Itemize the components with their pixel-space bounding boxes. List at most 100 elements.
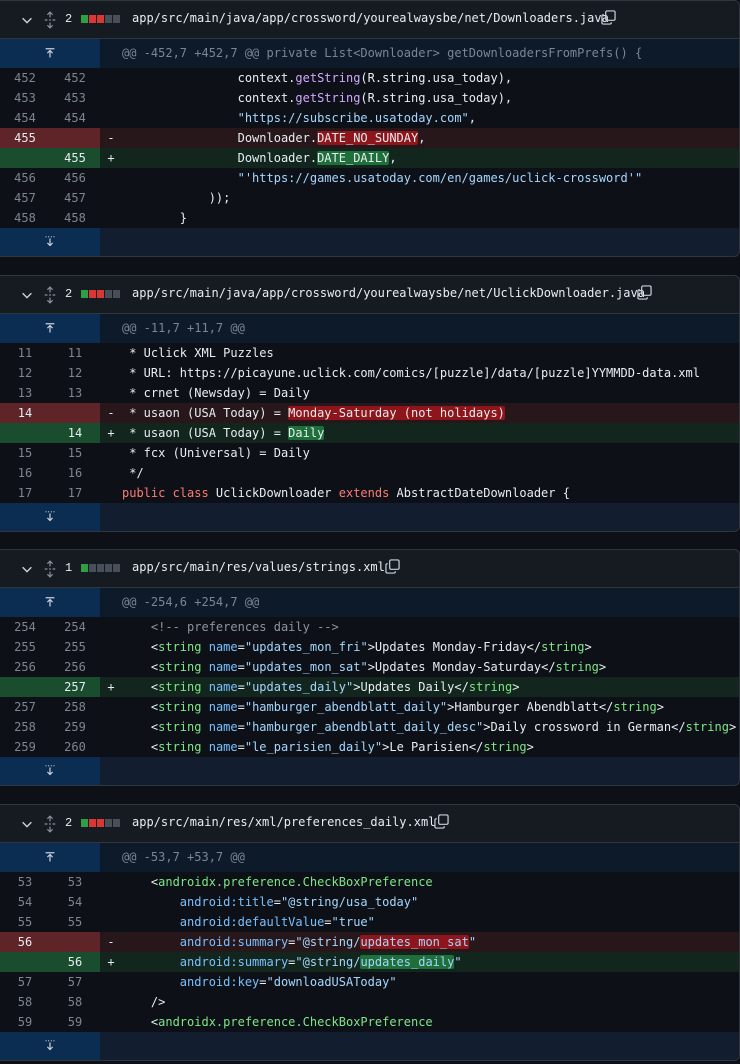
expand-up-icon[interactable]	[0, 314, 100, 343]
new-line-number[interactable]: 57	[50, 972, 100, 992]
new-line-number[interactable]: 453	[50, 88, 100, 108]
new-line-number[interactable]: 59	[50, 1012, 100, 1032]
old-line-number[interactable]: 57	[0, 972, 50, 992]
changed-text: DATE_DAILY	[317, 151, 390, 165]
new-line-number[interactable]: 54	[50, 892, 100, 912]
new-line-number[interactable]: 257	[50, 677, 100, 697]
old-line-number[interactable]: 254	[0, 617, 50, 637]
file-path[interactable]: app/src/main/res/values/strings.xml	[132, 560, 385, 574]
new-line-number[interactable]: 12	[50, 363, 100, 383]
old-line-number[interactable]: 56	[0, 932, 50, 952]
old-line-number[interactable]	[0, 423, 50, 443]
new-line-number[interactable]: 16	[50, 463, 100, 483]
new-line-number[interactable]: 255	[50, 637, 100, 657]
new-line-number[interactable]: 454	[50, 108, 100, 128]
expand-all-icon[interactable]	[43, 11, 57, 29]
expand-all-icon[interactable]	[43, 815, 57, 833]
new-line-number[interactable]	[50, 128, 100, 148]
diff-sign: +	[107, 955, 115, 969]
new-line-number[interactable]	[50, 932, 100, 952]
new-line-number[interactable]: 457	[50, 188, 100, 208]
new-line-number[interactable]: 452	[50, 68, 100, 88]
xml-attr-value: "@string/usa_today"	[280, 895, 419, 909]
diff-line: 257 + <string name="updates_daily">Update…	[0, 677, 739, 697]
chevron-down-icon[interactable]	[20, 562, 34, 576]
new-line-number[interactable]: 258	[50, 697, 100, 717]
expand-all-icon[interactable]	[43, 560, 57, 578]
new-line-number[interactable]: 15	[50, 443, 100, 463]
old-line-number[interactable]: 15	[0, 443, 50, 463]
expand-up-icon[interactable]	[0, 39, 100, 68]
old-line-number[interactable]: 59	[0, 1012, 50, 1032]
expand-down-icon[interactable]	[0, 757, 100, 785]
diff-sign	[100, 1012, 122, 1032]
old-line-number[interactable]: 452	[0, 68, 50, 88]
old-line-number[interactable]: 13	[0, 383, 50, 403]
old-line-number[interactable]: 454	[0, 108, 50, 128]
old-line-number[interactable]: 456	[0, 168, 50, 188]
expand-down-icon[interactable]	[0, 503, 100, 531]
file-path[interactable]: app/src/main/res/xml/preferences_daily.x…	[132, 815, 435, 829]
old-line-number[interactable]: 255	[0, 637, 50, 657]
new-line-number[interactable]: 14	[50, 423, 100, 443]
old-line-number[interactable]: 453	[0, 88, 50, 108]
expand-down-icon[interactable]	[0, 228, 100, 256]
code-text: ,	[418, 131, 426, 145]
old-line-number[interactable]	[0, 677, 50, 697]
old-line-number[interactable]: 258	[0, 717, 50, 737]
new-line-number[interactable]: 458	[50, 208, 100, 228]
code-line: Downloader.DATE_NO_SUNDAY,	[122, 128, 739, 148]
new-line-number[interactable]: 260	[50, 737, 100, 757]
new-line-number[interactable]: 11	[50, 343, 100, 363]
diff-sign	[100, 872, 122, 892]
expand-up-icon[interactable]	[0, 588, 100, 617]
chevron-down-icon[interactable]	[20, 13, 34, 27]
old-line-number[interactable]: 11	[0, 343, 50, 363]
copy-icon[interactable]	[637, 285, 652, 300]
copy-icon[interactable]	[434, 814, 449, 829]
code-comment: */	[122, 466, 144, 480]
old-line-number[interactable]: 53	[0, 872, 50, 892]
new-line-number[interactable]: 56	[50, 952, 100, 972]
file-path[interactable]: app/src/main/java/app/crossword/yourealw…	[132, 11, 609, 25]
file-path[interactable]: app/src/main/java/app/crossword/yourealw…	[132, 286, 645, 300]
old-line-number[interactable]: 58	[0, 992, 50, 1012]
old-line-number[interactable]: 457	[0, 188, 50, 208]
old-line-number[interactable]	[0, 148, 50, 168]
old-line-number[interactable]: 458	[0, 208, 50, 228]
old-line-number[interactable]: 257	[0, 697, 50, 717]
chevron-down-icon[interactable]	[20, 817, 34, 831]
copy-icon[interactable]	[601, 10, 616, 25]
code-line: context.getString(R.string.usa_today),	[122, 88, 739, 108]
diff-line: 456 456 "'https://games.usatoday.com/en/g…	[0, 168, 739, 188]
new-line-number[interactable]: 58	[50, 992, 100, 1012]
old-line-number[interactable]: 16	[0, 463, 50, 483]
hunk-header: @@ -254,6 +254,7 @@	[0, 588, 739, 617]
old-line-number[interactable]: 256	[0, 657, 50, 677]
new-line-number[interactable]: 55	[50, 912, 100, 932]
new-line-number[interactable]: 13	[50, 383, 100, 403]
new-line-number[interactable]: 455	[50, 148, 100, 168]
old-line-number[interactable]: 14	[0, 403, 50, 423]
new-line-number[interactable]: 254	[50, 617, 100, 637]
old-line-number[interactable]: 259	[0, 737, 50, 757]
new-line-number[interactable]: 256	[50, 657, 100, 677]
new-line-number[interactable]: 17	[50, 483, 100, 503]
new-line-number[interactable]: 456	[50, 168, 100, 188]
code-keyword: extends	[338, 486, 390, 500]
old-line-number[interactable]: 54	[0, 892, 50, 912]
expand-up-icon[interactable]	[0, 843, 100, 872]
new-line-number[interactable]: 53	[50, 872, 100, 892]
chevron-down-icon[interactable]	[20, 288, 34, 302]
new-line-number[interactable]	[50, 403, 100, 423]
old-line-number[interactable]: 455	[0, 128, 50, 148]
new-line-number[interactable]: 259	[50, 717, 100, 737]
copy-icon[interactable]	[385, 559, 400, 574]
expand-down-icon[interactable]	[0, 1032, 100, 1060]
expand-all-icon[interactable]	[43, 286, 57, 304]
old-line-number[interactable]	[0, 952, 50, 972]
old-line-number[interactable]: 55	[0, 912, 50, 932]
old-line-number[interactable]: 12	[0, 363, 50, 383]
old-line-number[interactable]: 17	[0, 483, 50, 503]
